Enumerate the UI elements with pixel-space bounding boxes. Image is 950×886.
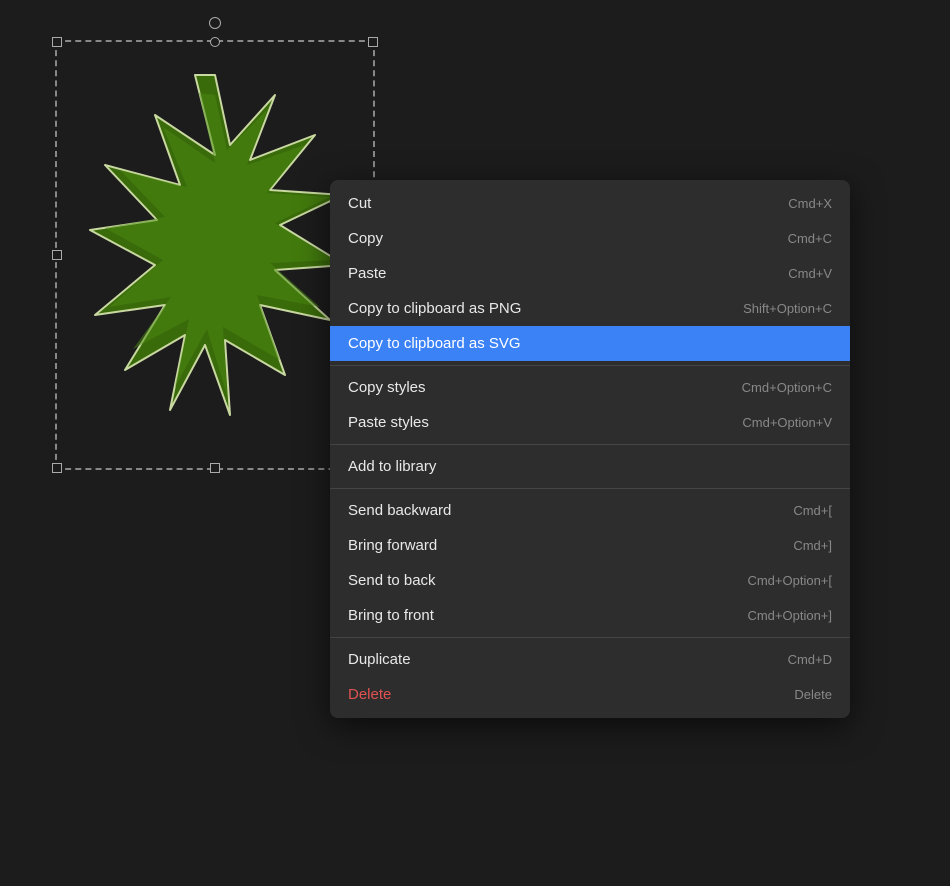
menu-shortcut-delete: Delete (794, 687, 832, 702)
context-menu: Cut Cmd+X Copy Cmd+C Paste Cmd+V Copy to clipb… (330, 180, 850, 718)
menu-label-paste-styles: Paste styles (348, 414, 429, 431)
menu-label-cut: Cut (348, 195, 371, 212)
handle-middle-left[interactable] (52, 250, 62, 260)
menu-label-send-to-back: Send to back (348, 572, 436, 589)
menu-shortcut-send-backward: Cmd+[ (793, 503, 832, 518)
menu-item-bring-forward[interactable]: Bring forward Cmd+] (330, 528, 850, 563)
menu-shortcut-bring-forward: Cmd+] (793, 538, 832, 553)
menu-shortcut-duplicate: Cmd+D (788, 652, 832, 667)
menu-shortcut-copy-as-png: Shift+Option+C (743, 301, 832, 316)
menu-shortcut-bring-to-front: Cmd+Option+] (747, 608, 832, 623)
menu-shortcut-paste-styles: Cmd+Option+V (742, 415, 832, 430)
menu-item-delete[interactable]: Delete Delete (330, 677, 850, 712)
handle-bottom-left[interactable] (52, 463, 62, 473)
menu-label-copy-as-png: Copy to clipboard as PNG (348, 300, 521, 317)
menu-item-copy-as-png[interactable]: Copy to clipboard as PNG Shift+Option+C (330, 291, 850, 326)
menu-shortcut-cut: Cmd+X (788, 196, 832, 211)
handle-top-right[interactable] (368, 37, 378, 47)
menu-label-bring-forward: Bring forward (348, 537, 437, 554)
canvas: Cut Cmd+X Copy Cmd+C Paste Cmd+V Copy to clipb… (0, 0, 950, 886)
menu-item-bring-to-front[interactable]: Bring to front Cmd+Option+] (330, 598, 850, 633)
menu-separator-3 (330, 488, 850, 489)
menu-label-delete: Delete (348, 686, 391, 703)
menu-item-copy[interactable]: Copy Cmd+C (330, 221, 850, 256)
menu-label-paste: Paste (348, 265, 386, 282)
menu-label-send-backward: Send backward (348, 502, 451, 519)
menu-separator-4 (330, 637, 850, 638)
menu-shortcut-send-to-back: Cmd+Option+[ (747, 573, 832, 588)
handle-top-middle[interactable] (210, 37, 220, 47)
menu-shortcut-copy: Cmd+C (788, 231, 832, 246)
menu-label-copy: Copy (348, 230, 383, 247)
menu-separator-1 (330, 365, 850, 366)
menu-item-add-to-library[interactable]: Add to library (330, 449, 850, 484)
menu-item-paste[interactable]: Paste Cmd+V (330, 256, 850, 291)
menu-item-duplicate[interactable]: Duplicate Cmd+D (330, 642, 850, 677)
menu-label-add-to-library: Add to library (348, 458, 436, 475)
menu-label-bring-to-front: Bring to front (348, 607, 434, 624)
menu-item-paste-styles[interactable]: Paste styles Cmd+Option+V (330, 405, 850, 440)
selection-box (55, 40, 375, 470)
menu-item-send-to-back[interactable]: Send to back Cmd+Option+[ (330, 563, 850, 598)
rotate-handle[interactable] (209, 17, 221, 29)
handle-bottom-middle[interactable] (210, 463, 220, 473)
menu-label-duplicate: Duplicate (348, 651, 411, 668)
menu-item-copy-styles[interactable]: Copy styles Cmd+Option+C (330, 370, 850, 405)
menu-item-copy-as-svg[interactable]: Copy to clipboard as SVG (330, 326, 850, 361)
menu-label-copy-as-svg: Copy to clipboard as SVG (348, 335, 521, 352)
menu-item-send-backward[interactable]: Send backward Cmd+[ (330, 493, 850, 528)
menu-label-copy-styles: Copy styles (348, 379, 426, 396)
menu-shortcut-copy-styles: Cmd+Option+C (742, 380, 832, 395)
menu-separator-2 (330, 444, 850, 445)
menu-shortcut-paste: Cmd+V (788, 266, 832, 281)
handle-top-left[interactable] (52, 37, 62, 47)
menu-item-cut[interactable]: Cut Cmd+X (330, 186, 850, 221)
